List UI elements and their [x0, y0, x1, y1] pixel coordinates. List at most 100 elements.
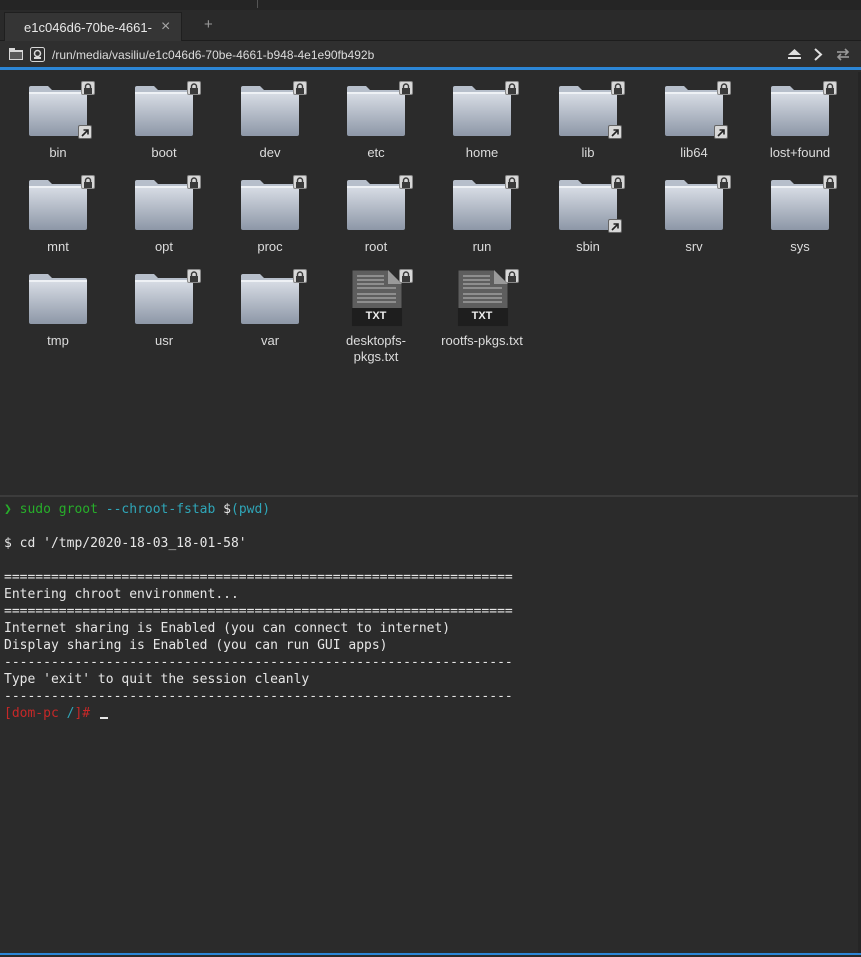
file-name-line: desktopfs-	[346, 333, 406, 348]
file-name-line: pkgs.txt	[353, 349, 399, 364]
folder-icon	[135, 86, 193, 136]
file-name-label: bin	[49, 145, 67, 160]
lock-icon	[505, 175, 519, 189]
terminal-line-exit-hint: Type 'exit' to quit the session cleanly	[4, 672, 310, 687]
txt-badge: TXT	[471, 310, 493, 322]
folder-item-sbin[interactable]: sbin	[535, 164, 641, 258]
cmd-pwd: (pwd)	[231, 502, 271, 517]
file-name-label: srv	[685, 239, 703, 254]
lock-icon	[399, 175, 413, 189]
terminal-line-entering: Entering chroot environment...	[4, 587, 239, 602]
folder-item-var[interactable]: var	[217, 258, 323, 352]
folder-icon	[29, 274, 87, 324]
tab-active[interactable]: e1c046d6-70be-4661- ×	[4, 12, 182, 41]
lock-icon	[187, 81, 201, 95]
prompt-host: [dom-pc	[4, 706, 67, 721]
terminal-line-internet: Internet sharing is Enabled (you can con…	[4, 621, 451, 636]
lock-icon	[399, 81, 413, 95]
lock-icon	[611, 175, 625, 189]
symlink-icon	[608, 219, 622, 233]
folder-icon	[347, 180, 405, 230]
terminal-command-line: ❯ sudo groot --chroot-fstab $(pwd)	[4, 501, 270, 518]
lock-icon	[293, 175, 307, 189]
file-name-label: etc	[367, 145, 385, 160]
lock-icon	[81, 81, 95, 95]
path-field[interactable]: /run/media/vasiliu/e1c046d6-70be-4661-b9…	[52, 48, 374, 62]
terminal-rule-single-1: ----------------------------------------…	[4, 655, 513, 670]
folder-item-etc[interactable]: etc	[323, 70, 429, 164]
lock-icon	[823, 81, 837, 95]
new-tab-icon[interactable]: +	[204, 16, 213, 33]
tab-title: e1c046d6-70be-4661-	[24, 20, 152, 35]
folder-item-usr[interactable]: usr	[111, 258, 217, 352]
folder-item-lost-found[interactable]: lost+found	[747, 70, 853, 164]
folder-item-proc[interactable]: proc	[217, 164, 323, 258]
folder-item-tmp[interactable]: tmp	[5, 258, 111, 352]
file-name-label: tmp	[47, 333, 69, 348]
prompt-arrow: ❯	[4, 502, 12, 517]
lock-icon	[187, 269, 201, 283]
close-tab-icon[interactable]: ×	[161, 18, 170, 36]
file-name-label: boot	[151, 145, 177, 160]
lock-icon	[505, 269, 519, 283]
eject-icon[interactable]	[788, 49, 801, 60]
folder-icon	[453, 86, 511, 136]
file-item-rootfs-pkgs-txt[interactable]: TXT rootfs-pkgs.txt	[429, 258, 535, 352]
file-name-label: desktopfs-pkgs.txt	[323, 333, 429, 365]
file-grid: bin boot dev etc home lib lib64 lost+found mnt op…	[0, 70, 861, 496]
lock-icon	[187, 175, 201, 189]
folder-item-mnt[interactable]: mnt	[5, 164, 111, 258]
file-name-label: home	[465, 145, 499, 160]
folder-icon	[241, 180, 299, 230]
terminal-rule-single-2: ----------------------------------------…	[4, 689, 513, 704]
lock-icon	[717, 175, 731, 189]
folder-icon[interactable]	[9, 48, 23, 60]
folder-item-sys[interactable]: sys	[747, 164, 853, 258]
folder-item-boot[interactable]: boot	[111, 70, 217, 164]
file-name-label: usr	[154, 333, 174, 348]
lock-icon	[505, 81, 519, 95]
file-item-desktopfs-pkgs-txt[interactable]: TXT desktopfs-pkgs.txt	[323, 258, 429, 364]
file-name-label: lib64	[680, 145, 708, 160]
file-name-label: lost+found	[769, 145, 831, 160]
folder-item-lib[interactable]: lib	[535, 70, 641, 164]
terminal-line-display: Display sharing is Enabled (you can run …	[4, 638, 388, 653]
folder-item-home[interactable]: home	[429, 70, 535, 164]
tab-bar: e1c046d6-70be-4661- × +	[0, 10, 861, 41]
lock-icon	[399, 269, 413, 283]
file-name-label: var	[260, 333, 280, 348]
strip-marker	[257, 0, 258, 8]
file-name-label: lib	[581, 145, 595, 160]
folder-item-opt[interactable]: opt	[111, 164, 217, 258]
cmd-dollar: $	[223, 502, 231, 517]
window-top-strip	[0, 0, 861, 10]
prompt-end: ]#	[74, 706, 91, 721]
folder-item-run[interactable]: run	[429, 164, 535, 258]
folder-item-srv[interactable]: srv	[641, 164, 747, 258]
file-name-label: dev	[259, 145, 281, 160]
lock-icon	[717, 81, 731, 95]
txt-badge: TXT	[365, 310, 387, 322]
folder-item-lib64[interactable]: lib64	[641, 70, 747, 164]
folder-item-bin[interactable]: bin	[5, 70, 111, 164]
folder-icon	[29, 180, 87, 230]
swap-icon[interactable]	[836, 48, 850, 61]
file-name-label: mnt	[47, 239, 69, 254]
file-name-label: opt	[154, 239, 174, 254]
forward-icon[interactable]	[813, 48, 823, 61]
lock-icon	[293, 269, 307, 283]
symlink-icon	[608, 125, 622, 139]
folder-icon	[135, 274, 193, 324]
file-name-label: sbin	[576, 239, 600, 254]
folder-item-dev[interactable]: dev	[217, 70, 323, 164]
address-bar: /run/media/vasiliu/e1c046d6-70be-4661-b9…	[0, 41, 861, 70]
terminal-pane[interactable]: ❯ sudo groot --chroot-fstab $(pwd) $ cd …	[0, 497, 861, 953]
location-icon[interactable]	[30, 47, 45, 62]
terminal-root-prompt[interactable]: [dom-pc /]#	[4, 705, 108, 722]
folder-icon	[241, 86, 299, 136]
bottom-accent-line	[0, 953, 861, 955]
file-name-label: rootfs-pkgs.txt	[441, 333, 523, 348]
file-name-label: proc	[257, 239, 283, 254]
terminal-cursor	[99, 717, 108, 719]
folder-item-root[interactable]: root	[323, 164, 429, 258]
